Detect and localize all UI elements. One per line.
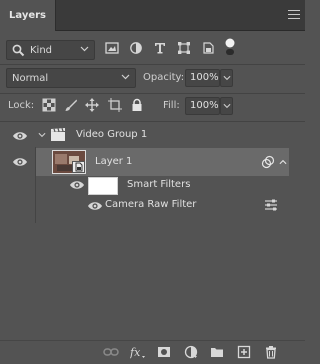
- lock-label: Lock:: [8, 100, 35, 111]
- lock-all-icon[interactable]: [130, 98, 144, 112]
- shape-layer-filter-icon[interactable]: [177, 41, 191, 55]
- fill-label: Fill:: [163, 100, 180, 111]
- new-group-folder-icon[interactable]: [210, 345, 224, 359]
- chevron-down-icon: [121, 74, 130, 80]
- eye-icon[interactable]: [12, 130, 28, 142]
- filter-kind-label: Kind: [30, 45, 53, 56]
- blend-mode-dropdown[interactable]: Normal: [6, 68, 136, 88]
- layers-panel: Layers Kind Normal Opacity: 100% Lock: F…: [0, 0, 305, 364]
- opacity-slider-toggle[interactable]: [220, 69, 233, 87]
- lock-artboard-icon[interactable]: [108, 98, 122, 112]
- group-name: Video Group 1: [76, 129, 148, 140]
- smart-object-badge-icon: [72, 161, 85, 173]
- layer-row-layer-1[interactable]: Layer 1: [36, 148, 289, 176]
- link-layers-icon[interactable]: [103, 345, 119, 359]
- divider: [0, 93, 305, 94]
- divider: [0, 64, 305, 65]
- filter-name[interactable]: Camera Raw Filter: [105, 199, 196, 210]
- new-adjustment-layer-icon[interactable]: [184, 345, 198, 359]
- trash-icon[interactable]: [264, 345, 278, 359]
- smart-filter-mask-thumbnail[interactable]: [88, 177, 118, 195]
- chevron-down-icon: [80, 46, 89, 52]
- filter-toggle-icon[interactable]: [224, 38, 236, 56]
- fill-input[interactable]: 100%: [185, 97, 220, 115]
- layers-bottom-toolbar: [0, 340, 305, 364]
- eye-icon[interactable]: [69, 179, 85, 191]
- chevron-down-icon[interactable]: [38, 132, 46, 138]
- adjustment-layer-filter-icon[interactable]: [129, 41, 143, 55]
- opacity-input[interactable]: 100%: [185, 69, 220, 87]
- eye-icon[interactable]: [87, 200, 103, 212]
- blend-mode-label: Normal: [12, 73, 49, 84]
- layer-style-fx-icon[interactable]: fx: [130, 345, 146, 359]
- lock-position-icon[interactable]: [85, 98, 99, 112]
- lock-transparent-pixels-icon[interactable]: [42, 98, 56, 112]
- add-mask-icon[interactable]: [157, 345, 171, 359]
- smart-filters-label: Smart Filters: [127, 179, 191, 190]
- svg-text:fx: fx: [130, 346, 141, 359]
- fill-slider-toggle[interactable]: [220, 97, 233, 115]
- pixel-layer-filter-icon[interactable]: [105, 41, 119, 55]
- panel-menu-icon[interactable]: [288, 10, 300, 20]
- smart-object-filter-icon[interactable]: [201, 41, 215, 55]
- layer-thumbnail: [52, 150, 86, 174]
- eye-icon[interactable]: [12, 156, 28, 168]
- filter-blending-options-icon[interactable]: [264, 199, 278, 211]
- chevron-down-icon: [223, 103, 231, 109]
- new-layer-icon[interactable]: [237, 345, 251, 359]
- smart-filter-indicator-icon[interactable]: [261, 155, 275, 169]
- layer-name: Layer 1: [95, 156, 133, 167]
- tab-layers[interactable]: Layers: [0, 0, 56, 31]
- panel-tab-bar: Layers: [0, 0, 305, 31]
- chevron-up-icon[interactable]: [279, 159, 287, 165]
- layer-row-video-group[interactable]: Video Group 1: [0, 123, 305, 147]
- search-icon: [12, 44, 25, 57]
- lock-image-pixels-icon[interactable]: [64, 98, 78, 112]
- filter-kind-dropdown[interactable]: Kind: [6, 40, 95, 60]
- type-layer-filter-icon[interactable]: [153, 41, 167, 55]
- divider: [0, 121, 305, 122]
- chevron-down-icon: [223, 75, 231, 81]
- video-group-icon: [51, 128, 65, 141]
- opacity-label: Opacity:: [143, 72, 185, 83]
